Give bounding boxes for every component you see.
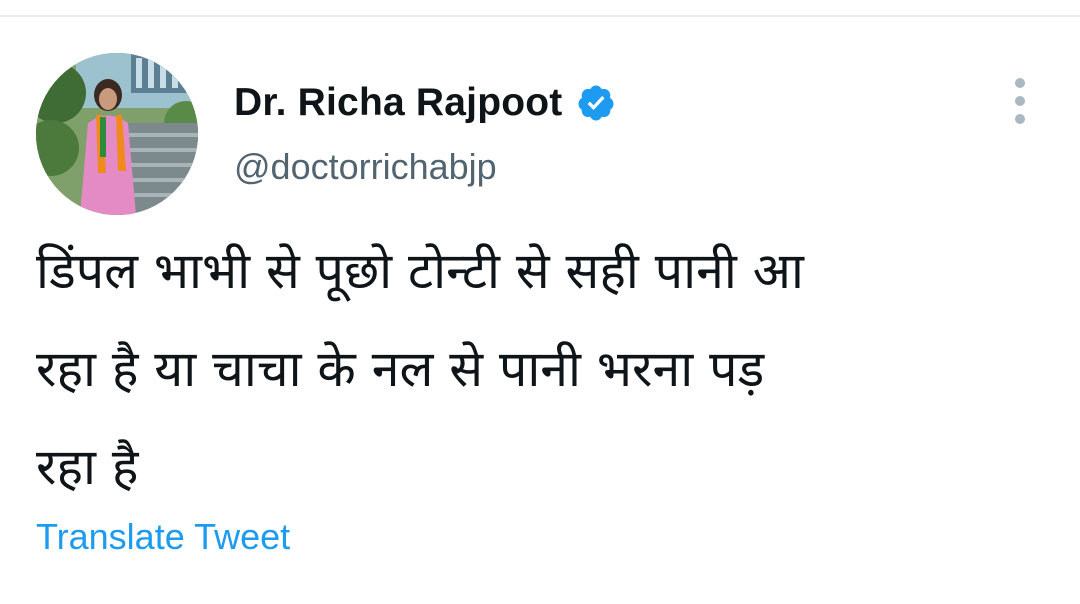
display-name[interactable]: Dr. Richa Rajpoot	[234, 81, 562, 125]
author-handle[interactable]: @doctorrichabjp	[234, 146, 497, 188]
author-name-row: Dr. Richa Rajpoot	[234, 78, 616, 128]
tweet-text-line: डिंपल भाभी से पूछो टोन्टी से सही पानी आ	[36, 242, 804, 300]
tweet-text-line: रहा है	[36, 438, 139, 496]
avatar-image	[36, 53, 198, 215]
tweet-text: डिंपल भाभी से पूछो टोन्टी से सही पानी आ …	[36, 222, 1046, 516]
translate-tweet-link[interactable]: Translate Tweet	[36, 516, 290, 558]
more-vertical-icon	[1015, 114, 1025, 124]
avatar[interactable]	[36, 53, 198, 215]
more-vertical-icon	[1015, 78, 1025, 88]
more-vertical-icon	[1015, 96, 1025, 106]
tweet-text-line: रहा है या चाचा के नल से पानी भरना पड़	[36, 340, 765, 398]
verified-badge-icon	[576, 83, 616, 123]
more-options-button[interactable]	[1000, 78, 1040, 124]
top-divider	[0, 15, 1080, 17]
